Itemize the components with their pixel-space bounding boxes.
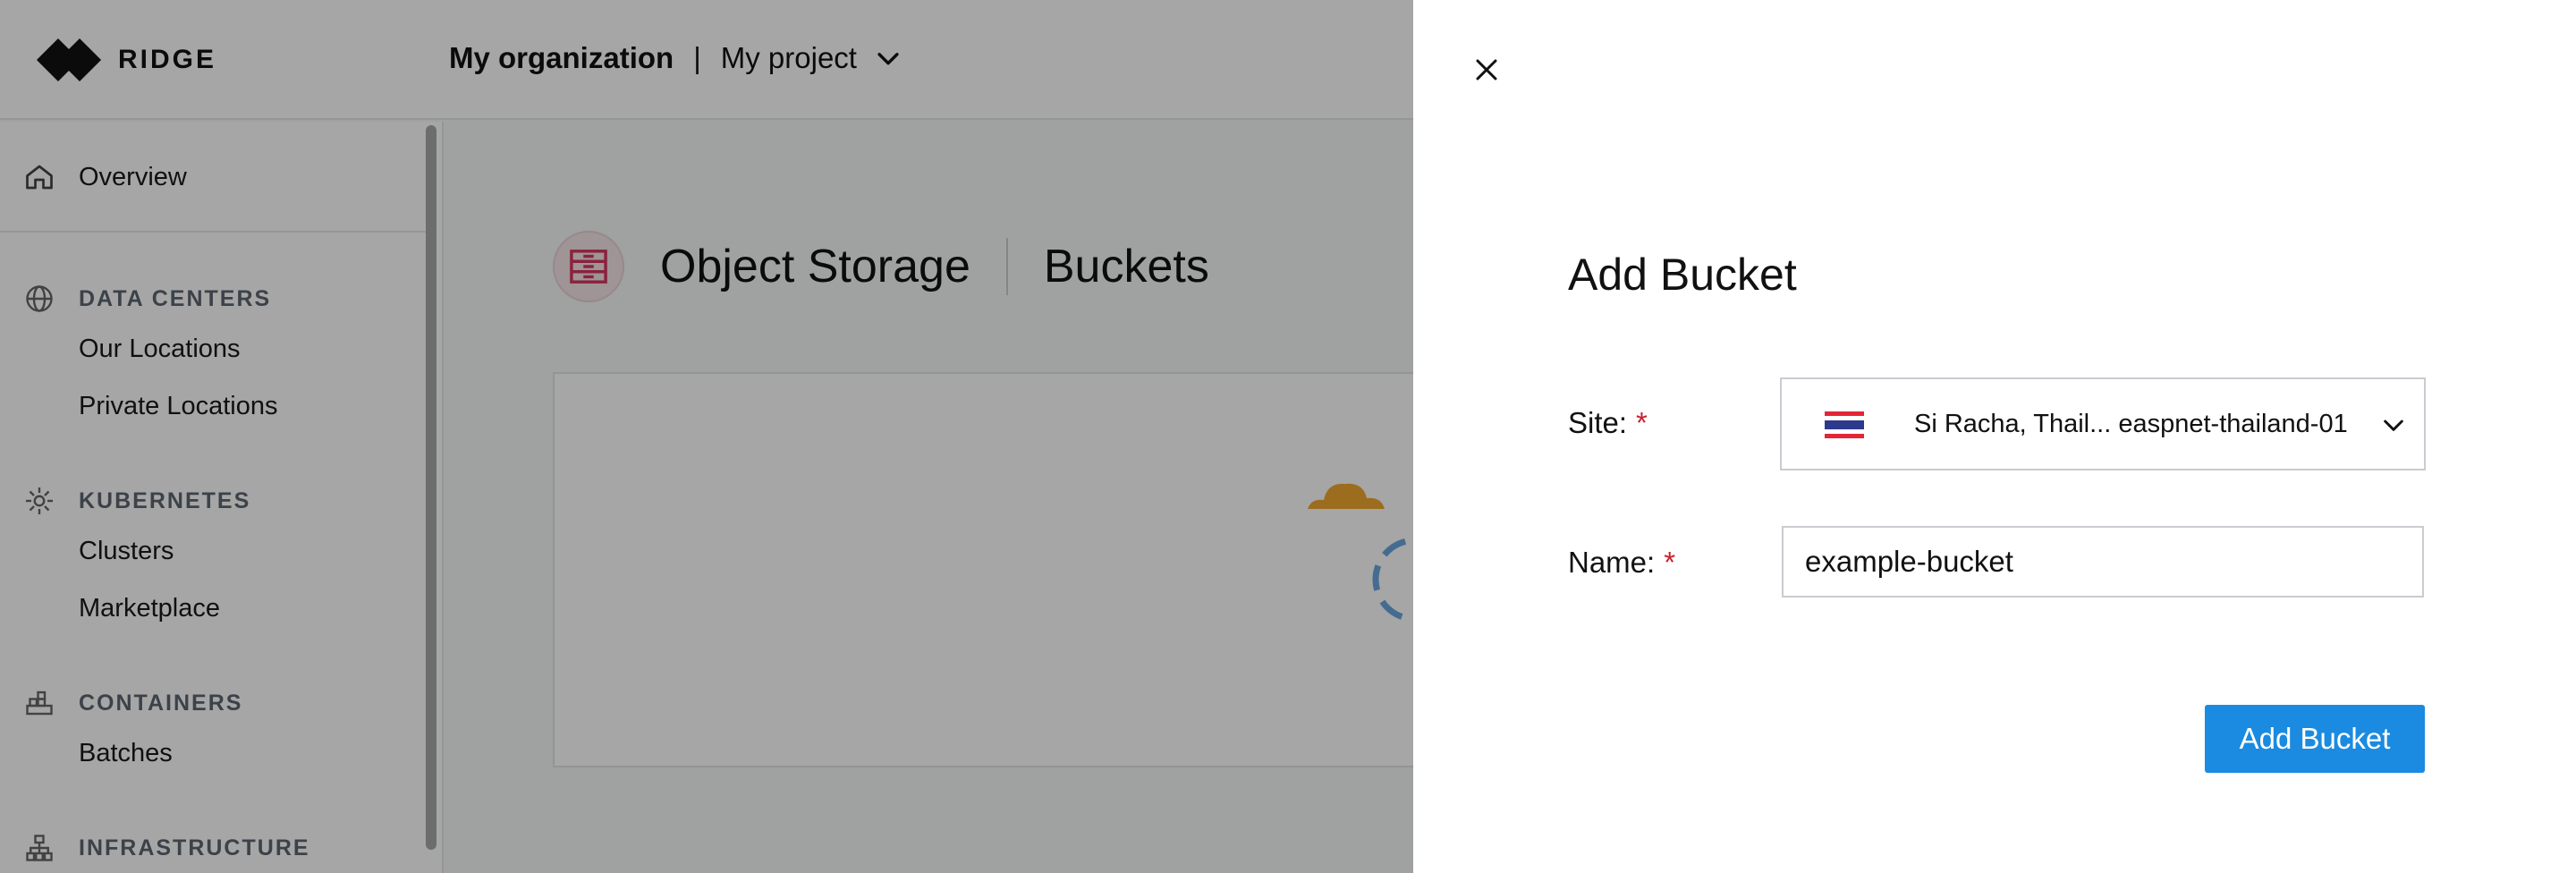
name-label-text: Name: — [1568, 546, 1656, 579]
bucket-name-input[interactable] — [1782, 526, 2424, 598]
chevron-down-icon — [2384, 420, 2403, 431]
drawer-title: Add Bucket — [1568, 250, 1797, 300]
required-mark: * — [1664, 546, 1676, 579]
thailand-flag-icon — [1825, 411, 1864, 438]
required-mark: * — [1636, 406, 1648, 439]
site-select[interactable]: Si Racha, Thail... easpnet-thailand-01 — [1780, 377, 2426, 470]
site-label-text: Site: — [1568, 406, 1628, 439]
close-icon — [1476, 59, 1497, 81]
close-button[interactable] — [1470, 54, 1503, 86]
modal-backdrop[interactable] — [0, 0, 1413, 873]
site-select-value: Si Racha, Thail... easpnet-thailand-01 — [1914, 410, 2348, 438]
add-bucket-button[interactable]: Add Bucket — [2205, 705, 2425, 773]
name-label: Name: * — [1568, 546, 1675, 580]
site-label: Site: * — [1568, 406, 1648, 440]
